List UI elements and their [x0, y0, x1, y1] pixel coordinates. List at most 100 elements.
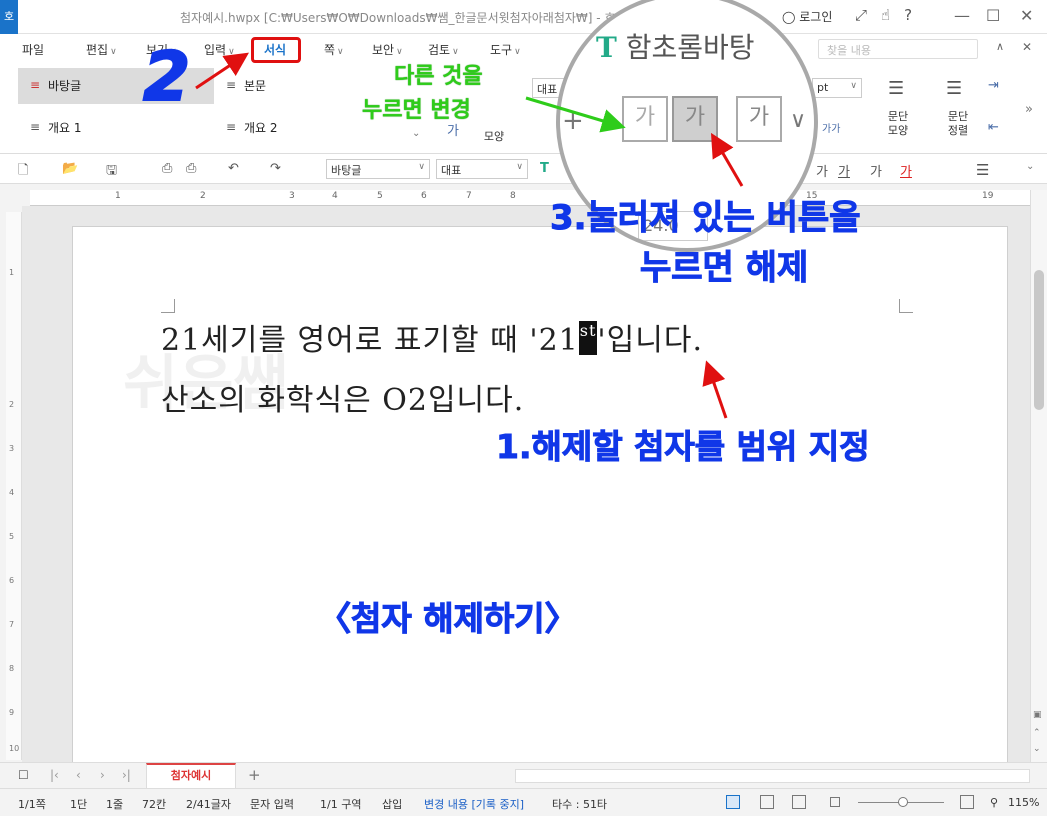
width-view-icon[interactable]: [760, 795, 774, 809]
menu-tools[interactable]: 도구 ∨: [490, 41, 521, 58]
menu-page[interactable]: 쪽 ∨: [324, 41, 344, 58]
ribbon-more-icon[interactable]: »: [1025, 102, 1033, 117]
redo-icon[interactable]: ↷: [270, 161, 281, 176]
page-view-icon[interactable]: ▣: [1033, 710, 1042, 720]
print-preview-icon[interactable]: ⎙: [186, 161, 196, 176]
horizontal-scrollbar[interactable]: [515, 769, 1030, 783]
vertical-scrollbar[interactable]: ▣ ⌃ ⌄: [1030, 190, 1047, 764]
ribbon-collapse-icon[interactable]: ∧: [996, 40, 1004, 53]
scroll-thumb[interactable]: [1034, 270, 1044, 410]
outdent-icon[interactable]: ⇤: [988, 120, 999, 135]
tab-next-icon[interactable]: ›: [100, 768, 105, 782]
caption: 〈첨자 해제하기〉: [318, 599, 579, 639]
add-tab-button[interactable]: +: [248, 766, 261, 784]
prev-page-icon[interactable]: ⌃: [1033, 728, 1041, 738]
italic-button[interactable]: 가: [816, 161, 828, 180]
login-button[interactable]: ◯ 로그인: [782, 8, 832, 25]
help-icon[interactable]: ?: [904, 6, 926, 24]
next-page-icon[interactable]: ⌄: [1033, 744, 1041, 754]
touch-icon[interactable]: ☝: [881, 6, 904, 24]
style-icon: ≡: [226, 78, 237, 92]
expand-icon[interactable]: ⤢: [855, 6, 881, 24]
tab-document[interactable]: 첨자예시: [146, 763, 236, 789]
window-title: 첨자예시.hwpx [C:₩Users₩O₩Downloads₩쌤_한글문서윗첨…: [180, 11, 616, 25]
line1-text-end: '입니다.: [597, 323, 703, 358]
login-label: 로그인: [799, 10, 833, 24]
char-box-button[interactable]: 가: [736, 96, 782, 142]
crop-mark: [161, 299, 175, 313]
superscript-button-pressed[interactable]: 가: [672, 96, 718, 142]
paragraph-align-label[interactable]: 문단 정렬: [940, 110, 976, 138]
menu-review[interactable]: 검토 ∨: [428, 41, 459, 58]
line1-text: 21세기를 영어로 표기할 때 '21: [161, 323, 579, 358]
pt-select[interactable]: pt ∨: [812, 78, 862, 98]
document-page[interactable]: 쉬운쌤 21세기를 영어로 표기할 때 '21st'입니다. 산소의 화학식은 …: [72, 226, 1008, 786]
zoom-out-icon[interactable]: [830, 797, 840, 807]
shape-label: 모양: [483, 130, 505, 143]
normal-view-icon[interactable]: [726, 795, 740, 809]
mag-font-name: T 함초롬바탕: [596, 31, 755, 64]
user-circle-icon: ◯: [782, 10, 796, 24]
change-hint-line1: 다른 것을: [394, 64, 483, 89]
undo-icon[interactable]: ↶: [228, 161, 239, 176]
zoom-slider-handle[interactable]: [898, 797, 908, 807]
close-button[interactable]: ✕: [1020, 6, 1033, 25]
step1-label: 1.해제할 첨자를 범위 지정: [496, 427, 871, 467]
find-input[interactable]: 찾을 내용: [818, 39, 978, 59]
mag-dropdown-icon: ∨: [790, 108, 807, 133]
lang-select[interactable]: 대표 ∨: [436, 159, 528, 179]
new-doc-icon[interactable]: 🗋: [18, 161, 28, 183]
fit-page-icon[interactable]: [960, 795, 974, 809]
strikethrough-button[interactable]: 가: [870, 161, 882, 180]
doc-line-1[interactable]: 21세기를 영어로 표기할 때 '21st'입니다.: [161, 315, 703, 359]
align-justify-icon[interactable]: ☰: [976, 161, 989, 179]
tab-last-icon[interactable]: ›|: [122, 768, 131, 782]
app-icon[interactable]: 호: [0, 0, 18, 34]
ribbon-close-icon[interactable]: ✕: [1022, 40, 1032, 54]
status-insert[interactable]: 삽입: [382, 796, 402, 812]
vertical-ruler[interactable]: 1 2 3 4 5 6 7 8 9 10: [6, 212, 22, 760]
step3-line1: 3.눌러져 있는 버튼을: [550, 198, 861, 239]
horizontal-ruler[interactable]: 1 2 3 4 5 6 7 8 15 19: [30, 190, 1030, 206]
tab-list-icon[interactable]: ☐: [18, 768, 29, 782]
save-icon[interactable]: 🖫: [106, 161, 117, 183]
paragraph-shape-icon[interactable]: ☰: [888, 78, 904, 99]
print-icon[interactable]: ⎙: [162, 161, 172, 176]
status-typing: 타수 : 51타: [552, 798, 608, 811]
underline-button[interactable]: 가: [838, 161, 850, 180]
paragraph-shape-label[interactable]: 문단 모양: [880, 110, 916, 138]
font-color-button[interactable]: 가: [900, 161, 912, 180]
indent-icon[interactable]: ⇥: [988, 78, 999, 93]
open-folder-icon[interactable]: 📂: [62, 161, 78, 176]
zoom-icon[interactable]: ⚲: [990, 796, 998, 809]
minimize-button[interactable]: —: [954, 6, 970, 25]
tab-prev-icon[interactable]: ‹: [76, 768, 81, 782]
zoom-level[interactable]: 115%: [1008, 796, 1039, 809]
toolbar-more-icon[interactable]: ⌄: [1026, 161, 1034, 172]
style-select[interactable]: 바탕글 ∨: [326, 159, 430, 179]
document-area[interactable]: 쉬운쌤 21세기를 영어로 표기할 때 '21st'입니다. 산소의 화학식은 …: [22, 206, 1030, 786]
menu-edit[interactable]: 편집 ∨: [86, 41, 117, 58]
crop-mark: [899, 299, 913, 313]
status-mode[interactable]: 문자 입력: [250, 796, 294, 812]
page-view-icon[interactable]: [792, 795, 806, 809]
status-page: 1/1쪽: [18, 798, 46, 811]
menu-security[interactable]: 보안 ∨: [372, 41, 403, 58]
paragraph-align-icon[interactable]: ☰: [946, 78, 962, 99]
status-track[interactable]: 변경 내용 [기록 중지]: [424, 796, 524, 812]
style-more-icon[interactable]: ⌄: [412, 128, 420, 139]
subscript-button[interactable]: 가: [622, 96, 668, 142]
menu-file[interactable]: 파일: [22, 41, 44, 58]
mag-plus-icon: +: [562, 106, 584, 136]
selected-superscript[interactable]: st: [578, 321, 598, 355]
status-chars: 2/41글자: [186, 798, 231, 811]
menu-insert[interactable]: 입력 ∨: [204, 41, 235, 58]
doc-line-2[interactable]: 산소의 화학식은 O2입니다.: [161, 375, 524, 419]
style-icon: ≡: [30, 78, 41, 92]
font-icon[interactable]: T: [540, 161, 549, 176]
status-colpos: 72칸: [142, 798, 167, 811]
title-bar: 호 첨자예시.hwpx [C:₩Users₩O₩Downloads₩쌤_한글문서…: [0, 0, 1047, 34]
maximize-button[interactable]: ☐: [986, 6, 1000, 25]
char-spacing-icon[interactable]: 가가: [822, 120, 840, 135]
tab-first-icon[interactable]: |‹: [50, 768, 59, 782]
